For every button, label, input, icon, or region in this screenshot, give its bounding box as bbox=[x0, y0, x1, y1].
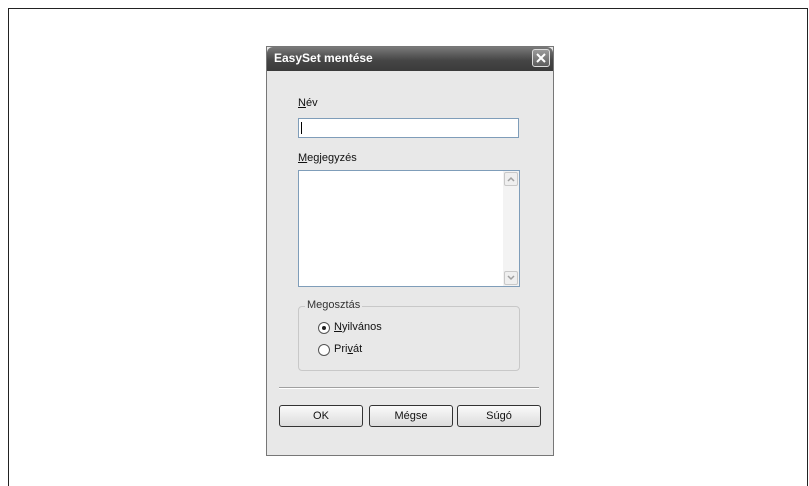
comment-label: Megjegyzés bbox=[298, 152, 357, 164]
text-caret bbox=[301, 122, 302, 134]
close-button[interactable] bbox=[532, 49, 550, 67]
radio-public-label: Nyilvános bbox=[334, 321, 382, 333]
sharing-group: Megosztás Nyilvános Privát bbox=[298, 299, 520, 371]
close-icon bbox=[536, 53, 546, 63]
comment-textarea[interactable] bbox=[298, 170, 520, 287]
radio-button-selected[interactable] bbox=[318, 322, 330, 334]
radio-private-label: Privát bbox=[334, 343, 363, 355]
dialog-title: EasySet mentése bbox=[274, 51, 373, 65]
scroll-down-button[interactable] bbox=[504, 271, 518, 285]
save-easyset-dialog: EasySet mentése Név Megjegyzés Megosztás bbox=[266, 46, 554, 456]
help-button[interactable]: Súgó bbox=[457, 405, 541, 427]
sharing-legend: Megosztás bbox=[305, 299, 363, 311]
chevron-down-icon bbox=[507, 275, 515, 281]
ok-button[interactable]: OK bbox=[279, 405, 363, 427]
comment-scrollbar[interactable] bbox=[503, 171, 519, 286]
name-label: Név bbox=[298, 97, 318, 109]
title-bar[interactable]: EasySet mentése bbox=[267, 47, 553, 71]
cancel-button[interactable]: Mégse bbox=[369, 405, 453, 427]
chevron-up-icon bbox=[507, 176, 515, 182]
divider bbox=[279, 387, 539, 389]
name-input[interactable] bbox=[298, 118, 519, 138]
scroll-up-button[interactable] bbox=[504, 172, 518, 186]
radio-button[interactable] bbox=[318, 344, 330, 356]
